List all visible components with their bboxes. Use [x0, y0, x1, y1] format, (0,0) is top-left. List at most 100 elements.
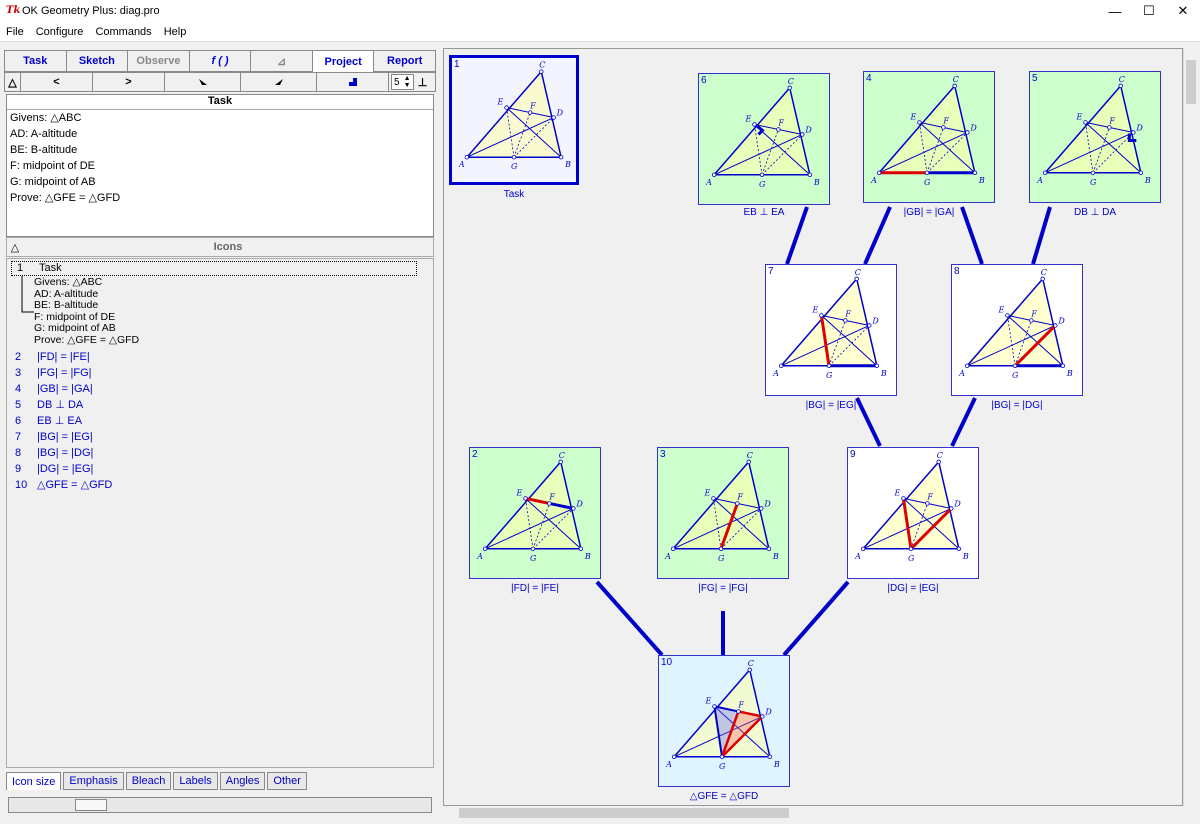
- tab-emphasis[interactable]: Emphasis: [63, 772, 124, 790]
- tab-labels[interactable]: Labels: [173, 772, 218, 790]
- point-label: G: [511, 162, 518, 171]
- point-marker: [759, 172, 765, 177]
- layout-icon[interactable]: [317, 73, 389, 91]
- geometry-figure: A B C D E F G: [854, 451, 969, 563]
- list-item-task[interactable]: [11, 261, 417, 276]
- canvas-hscrollbar[interactable]: [443, 806, 1183, 820]
- tab-observe[interactable]: Observe: [127, 50, 189, 72]
- minimize-button[interactable]: —: [1098, 0, 1132, 22]
- project-card[interactable]: 5ABCDEFG: [1029, 71, 1161, 203]
- list-item[interactable]: 7 |BG| = |EG|: [15, 430, 93, 445]
- menu-file[interactable]: File: [0, 26, 30, 38]
- point-label: B: [880, 369, 887, 378]
- point-label: D: [953, 499, 961, 508]
- point-marker: [1090, 170, 1096, 175]
- list-item[interactable]: 8 |BG| = |DG|: [15, 446, 93, 461]
- point-label: B: [813, 178, 820, 187]
- point-label: A: [772, 369, 779, 378]
- point-label: D: [556, 109, 564, 118]
- list-item[interactable]: 3 |FG| = |FG|: [15, 366, 92, 381]
- point-label: D: [1057, 316, 1065, 325]
- tab-icon-size[interactable]: Icon size: [6, 772, 62, 790]
- zoom-spinbox[interactable]: 5 ▲ ▼: [391, 74, 414, 90]
- slider-thumb[interactable]: [75, 799, 107, 811]
- list-item[interactable]: 10 △GFE = △GFD: [15, 478, 112, 493]
- point-label: E: [515, 488, 522, 497]
- close-button[interactable]: ✕: [1166, 0, 1200, 22]
- step-back-glyph: [198, 79, 207, 85]
- maximize-button[interactable]: ☐: [1132, 0, 1166, 22]
- hscroll-thumb[interactable]: [459, 808, 789, 818]
- step-forward-icon[interactable]: [241, 73, 317, 91]
- tab-other[interactable]: Other: [267, 772, 307, 790]
- step-back-icon[interactable]: [165, 73, 241, 91]
- collapse-triangle-icon[interactable]: △: [5, 73, 21, 91]
- tab-task[interactable]: Task: [4, 50, 66, 72]
- menu-help[interactable]: Help: [158, 26, 193, 38]
- point-label: F: [777, 118, 784, 127]
- point-label: C: [559, 451, 565, 460]
- point-marker: [964, 363, 970, 368]
- point-label: A: [476, 552, 483, 561]
- tab-functions[interactable]: f ( ): [188, 50, 251, 72]
- project-card[interactable]: 8ABCDEFG: [951, 264, 1083, 396]
- list-item[interactable]: 6 EB ⊥ EA: [15, 414, 82, 429]
- zoom-value: 5: [394, 76, 400, 88]
- point-marker: [511, 154, 517, 160]
- project-card[interactable]: 7ABCDEFG: [765, 264, 897, 396]
- point-marker: [746, 459, 751, 465]
- card-caption: |FG| = |FG|: [698, 583, 748, 594]
- point-label: D: [969, 123, 977, 132]
- icon-size-slider[interactable]: [8, 797, 432, 813]
- point-label: B: [978, 176, 985, 185]
- point-label: E: [909, 112, 916, 121]
- list-item[interactable]: 4 |GB| = |GA|: [15, 382, 93, 397]
- list-scrollbar[interactable]: [419, 259, 433, 767]
- spin-arrows-icon[interactable]: ▲ ▼: [404, 75, 411, 89]
- menu-configure[interactable]: Configure: [30, 26, 90, 38]
- point-label: F: [1030, 309, 1037, 318]
- point-label: B: [564, 160, 571, 169]
- tab-angles[interactable]: Angles: [219, 772, 266, 790]
- point-label: C: [937, 451, 943, 460]
- point-marker: [854, 276, 859, 282]
- point-label: F: [942, 116, 949, 125]
- tab-report[interactable]: Report: [373, 50, 437, 72]
- icons-collapse-icon[interactable]: △: [7, 241, 23, 254]
- next-button[interactable]: >: [93, 73, 165, 91]
- point-label: G: [1012, 371, 1019, 380]
- point-label: E: [704, 696, 711, 705]
- point-label: C: [748, 659, 754, 668]
- project-card[interactable]: 10 A B C D E F G: [658, 655, 790, 787]
- tab-bleach[interactable]: Bleach: [125, 772, 172, 790]
- list-item[interactable]: 5 DB ⊥ DA: [15, 398, 83, 413]
- window-title: OK Geometry Plus: diag.pro: [22, 5, 160, 17]
- canvas-vscrollbar[interactable]: [1183, 48, 1197, 806]
- tab-triangle[interactable]: ⊿: [250, 50, 312, 72]
- bottom-tabs: Icon size Emphasis Bleach Labels Angles …: [6, 772, 309, 790]
- menu-commands[interactable]: Commands: [89, 26, 157, 38]
- point-marker: [551, 115, 556, 120]
- tab-sketch[interactable]: Sketch: [65, 50, 128, 72]
- point-marker: [1012, 363, 1018, 368]
- prev-button[interactable]: <: [21, 73, 93, 91]
- list-item[interactable]: 2 |FD| = |FE|: [15, 350, 90, 365]
- geometry-figure: A B C D E F G: [705, 77, 820, 189]
- point-marker: [504, 105, 509, 110]
- project-card[interactable]: 1ABCDEFG: [449, 55, 579, 185]
- vscroll-thumb[interactable]: [1186, 60, 1196, 104]
- pin-icon[interactable]: ⊥: [416, 73, 430, 91]
- tree-connector: [21, 276, 34, 313]
- tab-project[interactable]: Project: [311, 50, 374, 72]
- geometry-figure: A B C D E F G: [476, 451, 591, 563]
- project-card[interactable]: 3ABCDEFG: [657, 447, 789, 579]
- point-marker: [767, 754, 773, 759]
- list-item[interactable]: 9 |DG| = |EG|: [15, 462, 93, 477]
- point-label: D: [1135, 123, 1143, 132]
- project-card[interactable]: 9ABCDEFG: [847, 447, 979, 579]
- project-card[interactable]: 4ABCDEFG: [863, 71, 995, 203]
- project-card[interactable]: 2ABCDEFG: [469, 447, 601, 579]
- point-marker: [1029, 318, 1034, 323]
- project-card[interactable]: 6ABCDEFG: [698, 73, 830, 205]
- point-marker: [530, 546, 536, 551]
